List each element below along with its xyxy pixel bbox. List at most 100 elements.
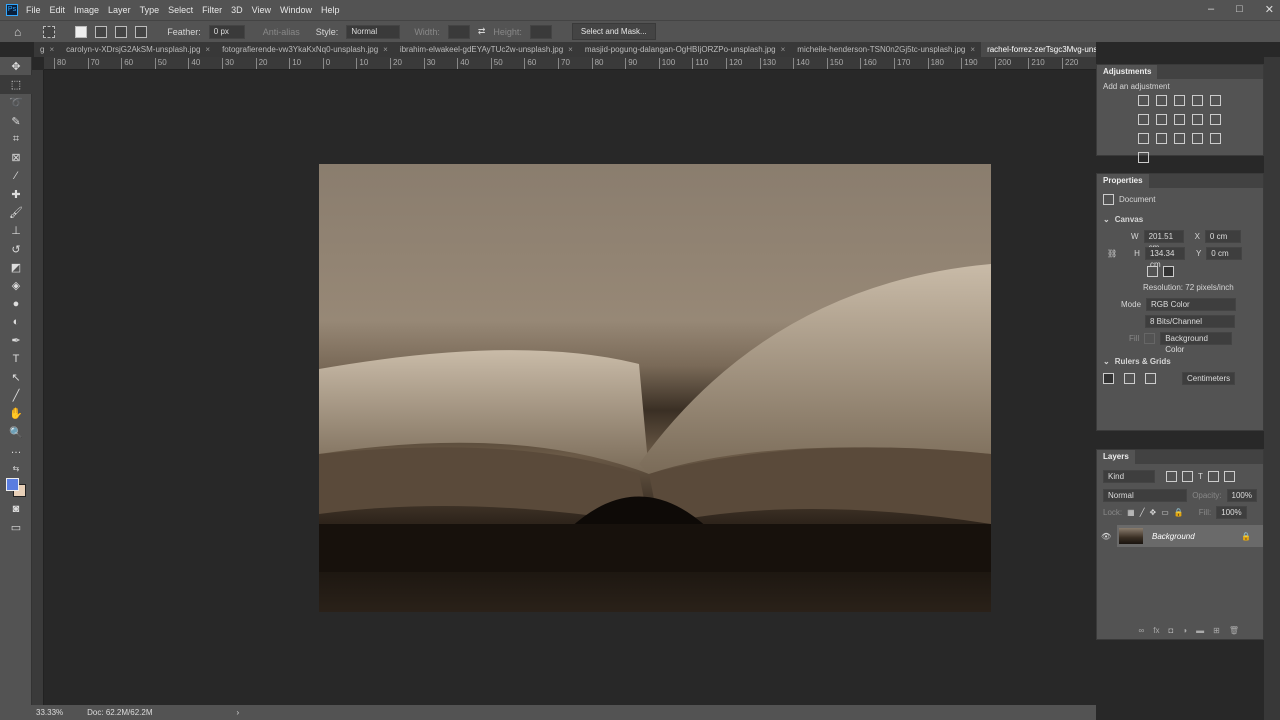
- exposure-adjustment-icon[interactable]: [1192, 95, 1203, 106]
- y-field[interactable]: 0 cm: [1206, 247, 1242, 260]
- menu-type[interactable]: Type: [140, 5, 160, 15]
- layer-row-background[interactable]: 👁 Background 🔒: [1117, 525, 1263, 547]
- menu-filter[interactable]: Filter: [202, 5, 222, 15]
- vertical-ruler[interactable]: [32, 70, 44, 705]
- eyedropper-tool-icon[interactable]: ⁄: [0, 167, 32, 185]
- clone-stamp-icon[interactable]: ⊥: [0, 222, 32, 240]
- mode-select[interactable]: RGB Color: [1146, 298, 1236, 311]
- portrait-orientation-icon[interactable]: [1147, 266, 1158, 277]
- document-tab[interactable]: masjid-pogung-dalangan-OgHBIjORZPo-unspl…: [579, 42, 791, 57]
- black-white-adjustment-icon[interactable]: [1174, 114, 1185, 125]
- vibrance-adjustment-icon[interactable]: [1210, 95, 1221, 106]
- fill-select[interactable]: Background Color: [1160, 332, 1232, 345]
- document-image[interactable]: [319, 164, 991, 612]
- crop-tool-icon[interactable]: ⌗: [0, 130, 32, 148]
- levels-adjustment-icon[interactable]: [1156, 95, 1167, 106]
- swap-icon[interactable]: ⇄: [478, 26, 486, 37]
- selective-color-adjustment-icon[interactable]: [1138, 152, 1149, 163]
- menu-edit[interactable]: Edit: [50, 5, 66, 15]
- style-select[interactable]: Normal: [346, 25, 400, 39]
- filter-pixel-icon[interactable]: [1166, 471, 1177, 482]
- lock-artboard-icon[interactable]: ▭: [1161, 508, 1169, 517]
- units-select[interactable]: Centimeters: [1182, 372, 1235, 385]
- swap-colors-icon[interactable]: ⇆: [0, 460, 32, 478]
- color-swatches[interactable]: [0, 478, 31, 500]
- maximize-icon[interactable]: □: [1236, 3, 1243, 16]
- properties-tab[interactable]: Properties: [1097, 174, 1149, 188]
- history-brush-icon[interactable]: ↺: [0, 240, 32, 258]
- paint-bucket-icon[interactable]: ◈: [0, 277, 32, 295]
- type-tool-icon[interactable]: T: [0, 350, 32, 368]
- landscape-orientation-icon[interactable]: [1163, 266, 1174, 277]
- document-tab[interactable]: carolyn-v-XDrsjG2AkSM-unsplash.jpg×: [60, 42, 216, 57]
- canvas-section[interactable]: Canvas: [1115, 215, 1143, 224]
- width-field[interactable]: 201.51 cm: [1144, 230, 1184, 243]
- guides-icon[interactable]: [1145, 373, 1156, 384]
- blur-tool-icon[interactable]: ●: [0, 295, 32, 313]
- menu-image[interactable]: Image: [74, 5, 99, 15]
- fill-field[interactable]: 100%: [1216, 506, 1246, 519]
- filter-shape-icon[interactable]: [1208, 471, 1219, 482]
- menu-select[interactable]: Select: [168, 5, 193, 15]
- visibility-eye-icon[interactable]: 👁: [1101, 532, 1111, 541]
- document-tab[interactable]: micheile-henderson-TSN0n2Gj5tc-unsplash.…: [791, 42, 981, 57]
- status-menu-arrow-icon[interactable]: ›: [237, 708, 240, 717]
- layers-tab[interactable]: Layers: [1097, 450, 1135, 464]
- close-tab-icon[interactable]: ×: [970, 45, 975, 54]
- rulers-chevron-icon[interactable]: ⌄: [1103, 357, 1110, 366]
- photo-filter-adjustment-icon[interactable]: [1192, 114, 1203, 125]
- blend-mode-select[interactable]: Normal: [1103, 489, 1187, 502]
- home-icon[interactable]: ⌂: [14, 25, 21, 39]
- fx-icon[interactable]: fx: [1153, 626, 1159, 635]
- document-tab[interactable]: ibrahim-elwakeel-gdEYAyTUc2w-unsplash.jp…: [394, 42, 579, 57]
- width-input[interactable]: [448, 25, 470, 39]
- posterize-adjustment-icon[interactable]: [1174, 133, 1185, 144]
- lasso-tool-icon[interactable]: ➰: [0, 94, 32, 112]
- move-tool-icon[interactable]: ✥: [0, 57, 32, 75]
- curves-adjustment-icon[interactable]: [1174, 95, 1185, 106]
- close-tab-icon[interactable]: ×: [568, 45, 573, 54]
- close-tab-icon[interactable]: ×: [205, 45, 210, 54]
- zoom-level[interactable]: 33.33%: [36, 708, 63, 717]
- foreground-color-swatch[interactable]: [6, 478, 19, 491]
- horizontal-ruler[interactable]: 8070605040302010010203040506070809010011…: [44, 57, 1096, 70]
- invert-adjustment-icon[interactable]: [1156, 133, 1167, 144]
- healing-brush-icon[interactable]: ✚: [0, 185, 32, 203]
- hand-tool-icon[interactable]: ✋: [0, 405, 32, 423]
- more-tools-icon[interactable]: …: [0, 441, 32, 459]
- anti-alias-checkbox[interactable]: Anti-alias: [263, 27, 300, 37]
- bit-depth-select[interactable]: 8 Bits/Channel: [1145, 315, 1235, 328]
- brightness-adjustment-icon[interactable]: [1138, 95, 1149, 106]
- link-layers-icon[interactable]: ∞: [1139, 626, 1145, 635]
- screen-mode-icon[interactable]: ▭: [0, 518, 32, 536]
- path-select-icon[interactable]: ↖: [0, 368, 32, 386]
- dodge-tool-icon[interactable]: ◐: [0, 313, 32, 331]
- menu-help[interactable]: Help: [321, 5, 340, 15]
- frame-tool-icon[interactable]: ⊠: [0, 148, 32, 166]
- document-tab[interactable]: rachel-forrez-zerTsgc3Mvg-unsplash.jpg @…: [981, 42, 1096, 57]
- rulers-grids-section[interactable]: Rulers & Grids: [1115, 357, 1171, 366]
- ruler-icon[interactable]: [1103, 373, 1114, 384]
- select-and-mask-button[interactable]: Select and Mask...: [572, 23, 656, 40]
- quick-mask-icon[interactable]: ◙: [0, 500, 32, 518]
- new-adjustment-layer-icon[interactable]: ◑: [1182, 626, 1187, 635]
- height-field[interactable]: 134.34 cm: [1145, 247, 1185, 260]
- intersect-selection-icon[interactable]: [135, 26, 147, 38]
- zoom-tool-icon[interactable]: 🔍: [0, 423, 32, 441]
- close-tab-icon[interactable]: ×: [49, 45, 54, 54]
- threshold-adjustment-icon[interactable]: [1192, 133, 1203, 144]
- menu-layer[interactable]: Layer: [108, 5, 131, 15]
- canvas-chevron-icon[interactable]: ⌄: [1103, 215, 1110, 224]
- eraser-tool-icon[interactable]: ◩: [0, 258, 32, 276]
- fill-swatch[interactable]: [1144, 333, 1155, 344]
- filter-type-icon[interactable]: T: [1198, 472, 1203, 481]
- document-tab[interactable]: g×: [34, 42, 60, 57]
- new-layer-icon[interactable]: ⊞: [1213, 626, 1220, 635]
- menu-view[interactable]: View: [252, 5, 271, 15]
- hue-saturation-adjustment-icon[interactable]: [1138, 114, 1149, 125]
- layer-name[interactable]: Background: [1152, 532, 1195, 541]
- filter-smart-icon[interactable]: [1224, 471, 1235, 482]
- adjustments-tab[interactable]: Adjustments: [1097, 65, 1157, 79]
- color-balance-adjustment-icon[interactable]: [1156, 114, 1167, 125]
- delete-layer-icon[interactable]: 🗑: [1229, 626, 1239, 635]
